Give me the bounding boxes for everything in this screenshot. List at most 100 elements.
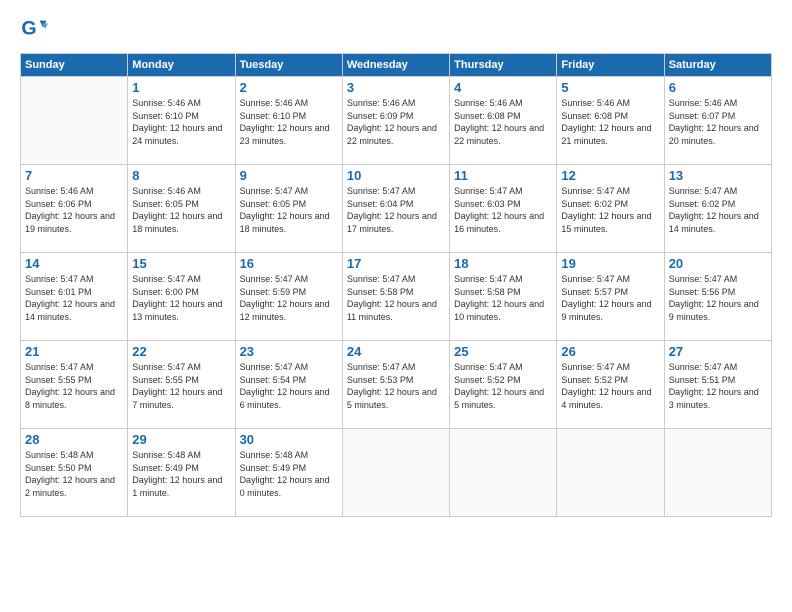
day-number: 9	[240, 168, 338, 183]
calendar-cell: 3 Sunrise: 5:46 AMSunset: 6:09 PMDaylight…	[342, 77, 449, 165]
calendar-header-row: SundayMondayTuesdayWednesdayThursdayFrid…	[21, 54, 772, 77]
calendar-week-2: 14 Sunrise: 5:47 AMSunset: 6:01 PMDayligh…	[21, 253, 772, 341]
header-sunday: Sunday	[21, 54, 128, 77]
calendar-cell	[664, 429, 771, 517]
calendar-cell: 9 Sunrise: 5:47 AMSunset: 6:05 PMDaylight…	[235, 165, 342, 253]
day-info: Sunrise: 5:47 AMSunset: 5:52 PMDaylight:…	[454, 361, 552, 411]
day-info: Sunrise: 5:47 AMSunset: 6:03 PMDaylight:…	[454, 185, 552, 235]
calendar-cell: 2 Sunrise: 5:46 AMSunset: 6:10 PMDaylight…	[235, 77, 342, 165]
calendar-cell: 4Sunrise: 5:46 AMSunset: 6:08 PMDaylight…	[450, 77, 557, 165]
day-number: 3	[347, 80, 445, 95]
header-wednesday: Wednesday	[342, 54, 449, 77]
day-number: 14	[25, 256, 123, 271]
day-info: Sunrise: 5:48 AMSunset: 5:49 PMDaylight:…	[240, 449, 338, 499]
day-info: Sunrise: 5:47 AMSunset: 5:58 PMDaylight:…	[347, 273, 445, 323]
calendar-cell: 7Sunrise: 5:46 AMSunset: 6:06 PMDaylight…	[21, 165, 128, 253]
day-info: Sunrise: 5:46 AMSunset: 6:10 PMDaylight:…	[132, 97, 230, 147]
calendar-cell: 27Sunrise: 5:47 AMSunset: 5:51 PMDayligh…	[664, 341, 771, 429]
day-info: Sunrise: 5:47 AMSunset: 5:54 PMDaylight:…	[240, 361, 338, 411]
day-number: 5	[561, 80, 659, 95]
day-info: Sunrise: 5:47 AMSunset: 6:05 PMDaylight:…	[240, 185, 338, 235]
calendar-cell	[342, 429, 449, 517]
day-info: Sunrise: 5:47 AMSunset: 5:57 PMDaylight:…	[561, 273, 659, 323]
calendar-cell: 11 Sunrise: 5:47 AMSunset: 6:03 PMDayligh…	[450, 165, 557, 253]
day-info: Sunrise: 5:47 AMSunset: 5:53 PMDaylight:…	[347, 361, 445, 411]
calendar-cell: 1 Sunrise: 5:46 AMSunset: 6:10 PMDaylight…	[128, 77, 235, 165]
day-info: Sunrise: 5:46 AMSunset: 6:08 PMDaylight:…	[561, 97, 659, 147]
header-monday: Monday	[128, 54, 235, 77]
calendar-table: SundayMondayTuesdayWednesdayThursdayFrid…	[20, 53, 772, 517]
day-number: 13	[669, 168, 767, 183]
calendar-week-1: 7Sunrise: 5:46 AMSunset: 6:06 PMDaylight…	[21, 165, 772, 253]
calendar-cell: 28Sunrise: 5:48 AMSunset: 5:50 PMDayligh…	[21, 429, 128, 517]
day-info: Sunrise: 5:48 AMSunset: 5:50 PMDaylight:…	[25, 449, 123, 499]
day-number: 22	[132, 344, 230, 359]
day-number: 2	[240, 80, 338, 95]
day-info: Sunrise: 5:47 AMSunset: 5:59 PMDaylight:…	[240, 273, 338, 323]
calendar-cell: 14 Sunrise: 5:47 AMSunset: 6:01 PMDayligh…	[21, 253, 128, 341]
header-thursday: Thursday	[450, 54, 557, 77]
calendar-cell: 5 Sunrise: 5:46 AMSunset: 6:08 PMDaylight…	[557, 77, 664, 165]
day-number: 12	[561, 168, 659, 183]
day-info: Sunrise: 5:46 AMSunset: 6:05 PMDaylight:…	[132, 185, 230, 235]
day-number: 16	[240, 256, 338, 271]
day-info: Sunrise: 5:46 AMSunset: 6:10 PMDaylight:…	[240, 97, 338, 147]
day-info: Sunrise: 5:46 AMSunset: 6:08 PMDaylight:…	[454, 97, 552, 147]
calendar-cell: 26 Sunrise: 5:47 AMSunset: 5:52 PMDayligh…	[557, 341, 664, 429]
calendar-cell: 25 Sunrise: 5:47 AMSunset: 5:52 PMDayligh…	[450, 341, 557, 429]
day-info: Sunrise: 5:47 AMSunset: 5:58 PMDaylight:…	[454, 273, 552, 323]
calendar-cell: 22 Sunrise: 5:47 AMSunset: 5:55 PMDayligh…	[128, 341, 235, 429]
svg-text:G: G	[21, 18, 36, 40]
calendar-cell	[557, 429, 664, 517]
calendar-cell: 10 Sunrise: 5:47 AMSunset: 6:04 PMDayligh…	[342, 165, 449, 253]
calendar-cell: 17Sunrise: 5:47 AMSunset: 5:58 PMDayligh…	[342, 253, 449, 341]
day-info: Sunrise: 5:46 AMSunset: 6:09 PMDaylight:…	[347, 97, 445, 147]
logo-icon: G	[20, 15, 48, 43]
header-friday: Friday	[557, 54, 664, 77]
day-number: 11	[454, 168, 552, 183]
calendar-page: G SundayMondayTuesdayWednesdayThursdayFr…	[0, 0, 792, 612]
day-info: Sunrise: 5:47 AMSunset: 6:00 PMDaylight:…	[132, 273, 230, 323]
calendar-cell: 12 Sunrise: 5:47 AMSunset: 6:02 PMDayligh…	[557, 165, 664, 253]
day-info: Sunrise: 5:47 AMSunset: 6:02 PMDaylight:…	[561, 185, 659, 235]
calendar-cell	[21, 77, 128, 165]
logo: G	[20, 15, 52, 43]
day-number: 15	[132, 256, 230, 271]
day-number: 21	[25, 344, 123, 359]
day-info: Sunrise: 5:47 AMSunset: 5:52 PMDaylight:…	[561, 361, 659, 411]
day-number: 6	[669, 80, 767, 95]
calendar-cell	[450, 429, 557, 517]
calendar-cell: 29 Sunrise: 5:48 AMSunset: 5:49 PMDayligh…	[128, 429, 235, 517]
calendar-cell: 20Sunrise: 5:47 AMSunset: 5:56 PMDayligh…	[664, 253, 771, 341]
day-number: 25	[454, 344, 552, 359]
calendar-cell: 19Sunrise: 5:47 AMSunset: 5:57 PMDayligh…	[557, 253, 664, 341]
calendar-week-4: 28Sunrise: 5:48 AMSunset: 5:50 PMDayligh…	[21, 429, 772, 517]
day-info: Sunrise: 5:47 AMSunset: 6:02 PMDaylight:…	[669, 185, 767, 235]
day-number: 29	[132, 432, 230, 447]
day-number: 26	[561, 344, 659, 359]
calendar-cell: 18 Sunrise: 5:47 AMSunset: 5:58 PMDayligh…	[450, 253, 557, 341]
day-number: 18	[454, 256, 552, 271]
day-number: 1	[132, 80, 230, 95]
day-info: Sunrise: 5:47 AMSunset: 6:04 PMDaylight:…	[347, 185, 445, 235]
header: G	[20, 15, 772, 43]
day-number: 30	[240, 432, 338, 447]
day-info: Sunrise: 5:47 AMSunset: 5:51 PMDaylight:…	[669, 361, 767, 411]
header-tuesday: Tuesday	[235, 54, 342, 77]
header-saturday: Saturday	[664, 54, 771, 77]
day-info: Sunrise: 5:48 AMSunset: 5:49 PMDaylight:…	[132, 449, 230, 499]
day-number: 10	[347, 168, 445, 183]
calendar-cell: 23 Sunrise: 5:47 AMSunset: 5:54 PMDayligh…	[235, 341, 342, 429]
day-number: 24	[347, 344, 445, 359]
calendar-cell: 8 Sunrise: 5:46 AMSunset: 6:05 PMDaylight…	[128, 165, 235, 253]
calendar-cell: 6Sunrise: 5:46 AMSunset: 6:07 PMDaylight…	[664, 77, 771, 165]
day-info: Sunrise: 5:47 AMSunset: 5:55 PMDaylight:…	[132, 361, 230, 411]
calendar-week-0: 1 Sunrise: 5:46 AMSunset: 6:10 PMDaylight…	[21, 77, 772, 165]
day-number: 23	[240, 344, 338, 359]
calendar-week-3: 21 Sunrise: 5:47 AMSunset: 5:55 PMDayligh…	[21, 341, 772, 429]
calendar-cell: 13 Sunrise: 5:47 AMSunset: 6:02 PMDayligh…	[664, 165, 771, 253]
day-info: Sunrise: 5:47 AMSunset: 6:01 PMDaylight:…	[25, 273, 123, 323]
day-info: Sunrise: 5:47 AMSunset: 5:55 PMDaylight:…	[25, 361, 123, 411]
day-number: 8	[132, 168, 230, 183]
day-number: 7	[25, 168, 123, 183]
